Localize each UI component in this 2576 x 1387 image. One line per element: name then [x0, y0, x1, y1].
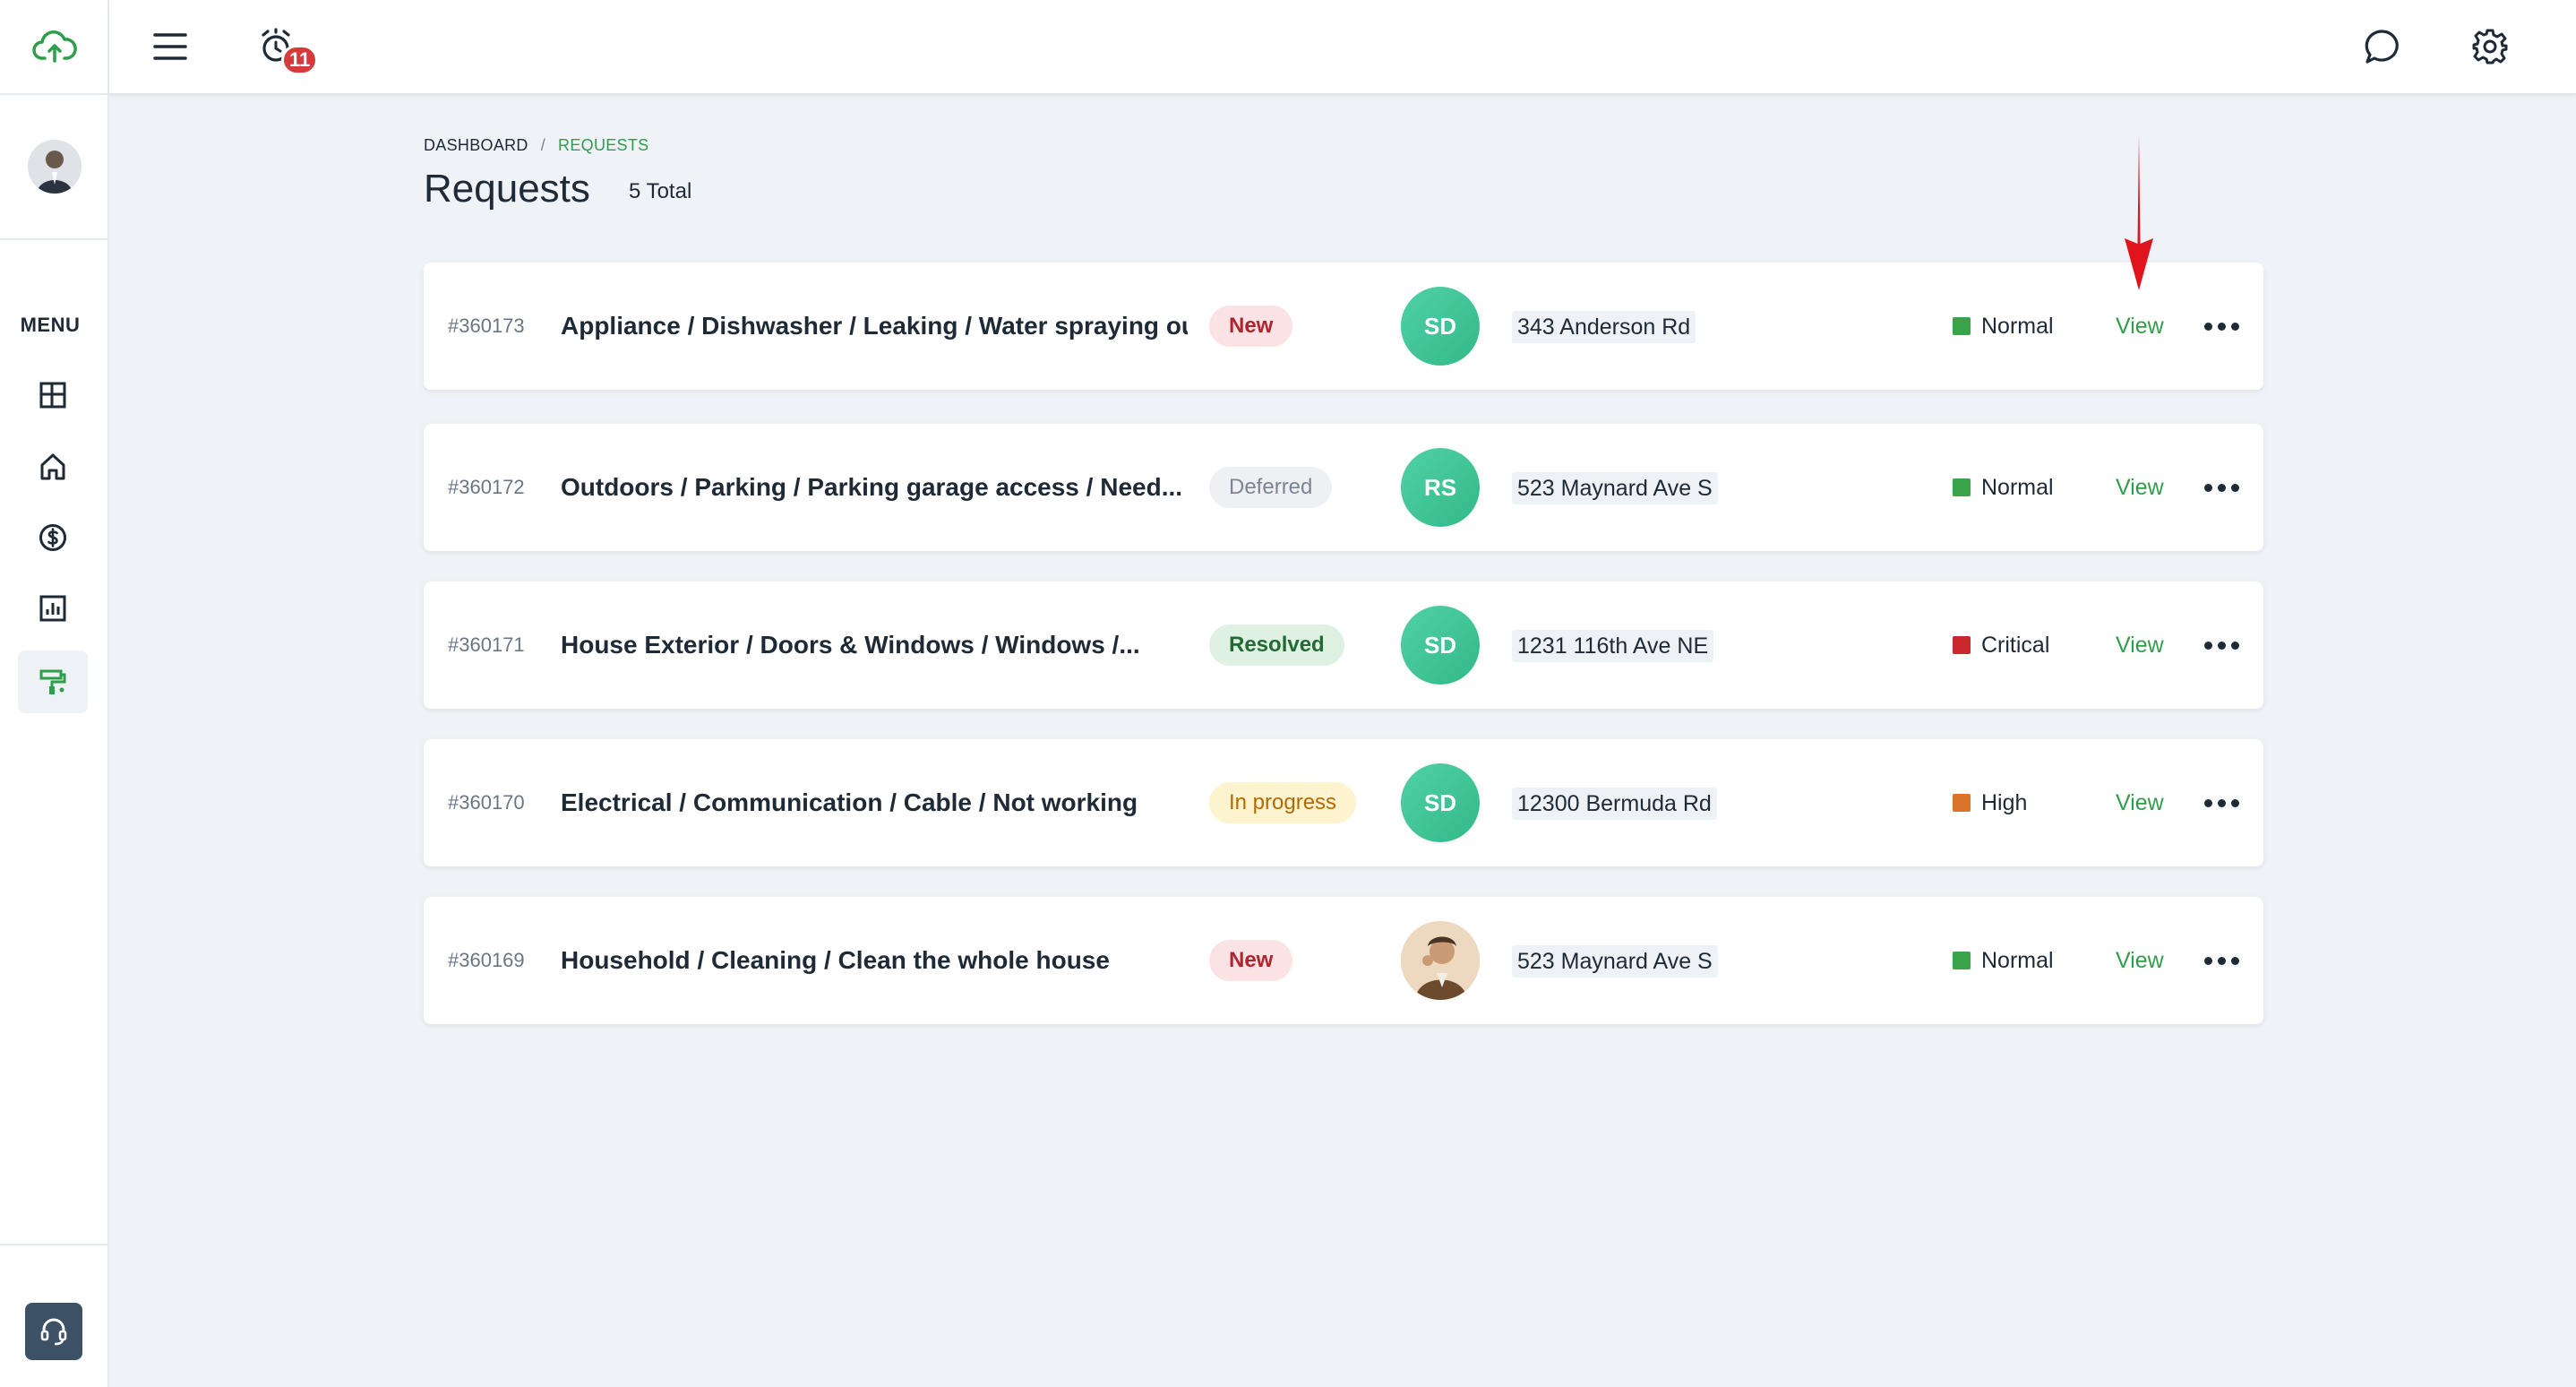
total-count: 5 Total	[629, 179, 692, 203]
priority-color-square	[1953, 636, 1971, 654]
request-id: #360169	[448, 949, 525, 971]
chat-bubble-icon	[2365, 30, 2399, 64]
breadcrumb-dashboard-link[interactable]: DASHBOARD	[424, 136, 528, 155]
assignee-avatar: SD	[1401, 763, 1480, 842]
sidebar: MENU	[0, 0, 109, 1387]
priority-color-square	[1953, 794, 1971, 812]
person-photo-icon	[1401, 921, 1480, 1000]
view-link[interactable]: View	[2116, 897, 2164, 1024]
priority-label: Normal	[1981, 474, 2054, 500]
request-id: #360172	[448, 476, 525, 498]
request-row[interactable]: #360172 Outdoors / Parking / Parking gar…	[424, 424, 2263, 551]
request-title[interactable]: Outdoors / Parking / Parking garage acce…	[561, 424, 1188, 551]
user-photo-icon	[28, 140, 82, 194]
paint-roller-icon	[39, 669, 66, 694]
status-badge: Resolved	[1209, 625, 1344, 666]
status-badge: New	[1209, 306, 1293, 347]
priority-indicator: Critical	[1953, 582, 2049, 709]
top-bar: 11	[109, 0, 2576, 95]
property-address[interactable]: 12300 Bermuda Rd	[1512, 788, 1717, 820]
view-link[interactable]: View	[2116, 424, 2164, 551]
request-title[interactable]: House Exterior / Doors & Windows / Windo…	[561, 582, 1188, 709]
request-row[interactable]: #360170 Electrical / Communication / Cab…	[424, 739, 2263, 866]
request-id: #360171	[448, 633, 525, 656]
user-avatar[interactable]	[28, 140, 82, 194]
breadcrumb: DASHBOARD / REQUESTS	[424, 136, 648, 155]
breadcrumb-separator: /	[540, 136, 546, 154]
headset-icon	[40, 1318, 67, 1346]
app-logo[interactable]	[0, 0, 109, 95]
view-link[interactable]: View	[2116, 739, 2164, 866]
assignee-avatar: RS	[1401, 448, 1480, 527]
gear-icon	[2472, 29, 2508, 65]
sidebar-footer	[0, 1244, 109, 1387]
request-id: #360170	[448, 791, 525, 814]
breadcrumb-current: REQUESTS	[558, 136, 649, 154]
dashboard-grid-icon	[39, 382, 66, 409]
user-avatar-section	[0, 95, 109, 240]
sidebar-item-payments[interactable]	[18, 506, 88, 569]
priority-label: High	[1981, 789, 2028, 815]
priority-indicator: High	[1953, 739, 2027, 866]
more-options-button[interactable]	[2197, 785, 2245, 821]
red-arrow-annotation-icon	[2125, 134, 2153, 290]
priority-color-square	[1953, 952, 1971, 969]
property-address[interactable]: 343 Anderson Rd	[1512, 311, 1696, 343]
home-icon	[40, 453, 65, 480]
assignee-avatar: SD	[1401, 287, 1480, 366]
more-options-button[interactable]	[2197, 943, 2245, 978]
request-row[interactable]: #360171 House Exterior / Doors & Windows…	[424, 582, 2263, 709]
settings-button[interactable]	[2461, 18, 2519, 75]
hamburger-menu-button[interactable]	[142, 18, 199, 75]
property-address[interactable]: 523 Maynard Ave S	[1512, 472, 1718, 504]
request-title[interactable]: Household / Cleaning / Clean the whole h…	[561, 897, 1188, 1024]
status-badge: In progress	[1209, 782, 1357, 823]
priority-indicator: Normal	[1953, 424, 2054, 551]
support-button[interactable]	[25, 1303, 82, 1360]
request-title[interactable]: Electrical / Communication / Cable / Not…	[561, 739, 1188, 866]
sidebar-item-dashboard[interactable]	[18, 364, 88, 426]
more-options-button[interactable]	[2197, 308, 2245, 344]
hamburger-icon	[153, 33, 187, 60]
messages-button[interactable]	[2354, 18, 2411, 75]
view-link[interactable]: View	[2116, 582, 2164, 709]
request-row[interactable]: #360173 Appliance / Dishwasher / Leaking…	[424, 263, 2263, 390]
cloud-upload-icon	[32, 30, 77, 63]
priority-label: Normal	[1981, 947, 2054, 973]
priority-label: Normal	[1981, 313, 2054, 339]
sidebar-item-reports[interactable]	[18, 577, 88, 640]
request-row[interactable]: #360169 Household / Cleaning / Clean the…	[424, 897, 2263, 1024]
priority-color-square	[1953, 317, 1971, 335]
priority-indicator: Normal	[1953, 263, 2054, 390]
dollar-circle-icon	[39, 524, 66, 551]
status-badge: Deferred	[1209, 467, 1333, 508]
page-title: Requests	[424, 167, 590, 211]
notifications-button[interactable]: 11	[249, 18, 319, 75]
property-address[interactable]: 523 Maynard Ave S	[1512, 945, 1718, 978]
assignee-photo-avatar	[1401, 921, 1480, 1000]
sidebar-item-properties[interactable]	[18, 435, 88, 498]
status-badge: New	[1209, 940, 1293, 981]
property-address[interactable]: 1231 116th Ave NE	[1512, 630, 1714, 662]
request-title[interactable]: Appliance / Dishwasher / Leaking / Water…	[561, 263, 1188, 390]
sidebar-item-maintenance[interactable]	[18, 650, 88, 713]
priority-indicator: Normal	[1953, 897, 2054, 1024]
more-options-button[interactable]	[2197, 627, 2245, 663]
assignee-avatar: SD	[1401, 606, 1480, 685]
menu-label: MENU	[20, 314, 81, 336]
priority-color-square	[1953, 478, 1971, 496]
request-id: #360173	[448, 314, 525, 337]
bar-chart-icon	[39, 595, 66, 622]
priority-label: Critical	[1981, 632, 2050, 658]
notification-count-badge: 11	[281, 45, 319, 75]
more-options-button[interactable]	[2197, 470, 2245, 505]
